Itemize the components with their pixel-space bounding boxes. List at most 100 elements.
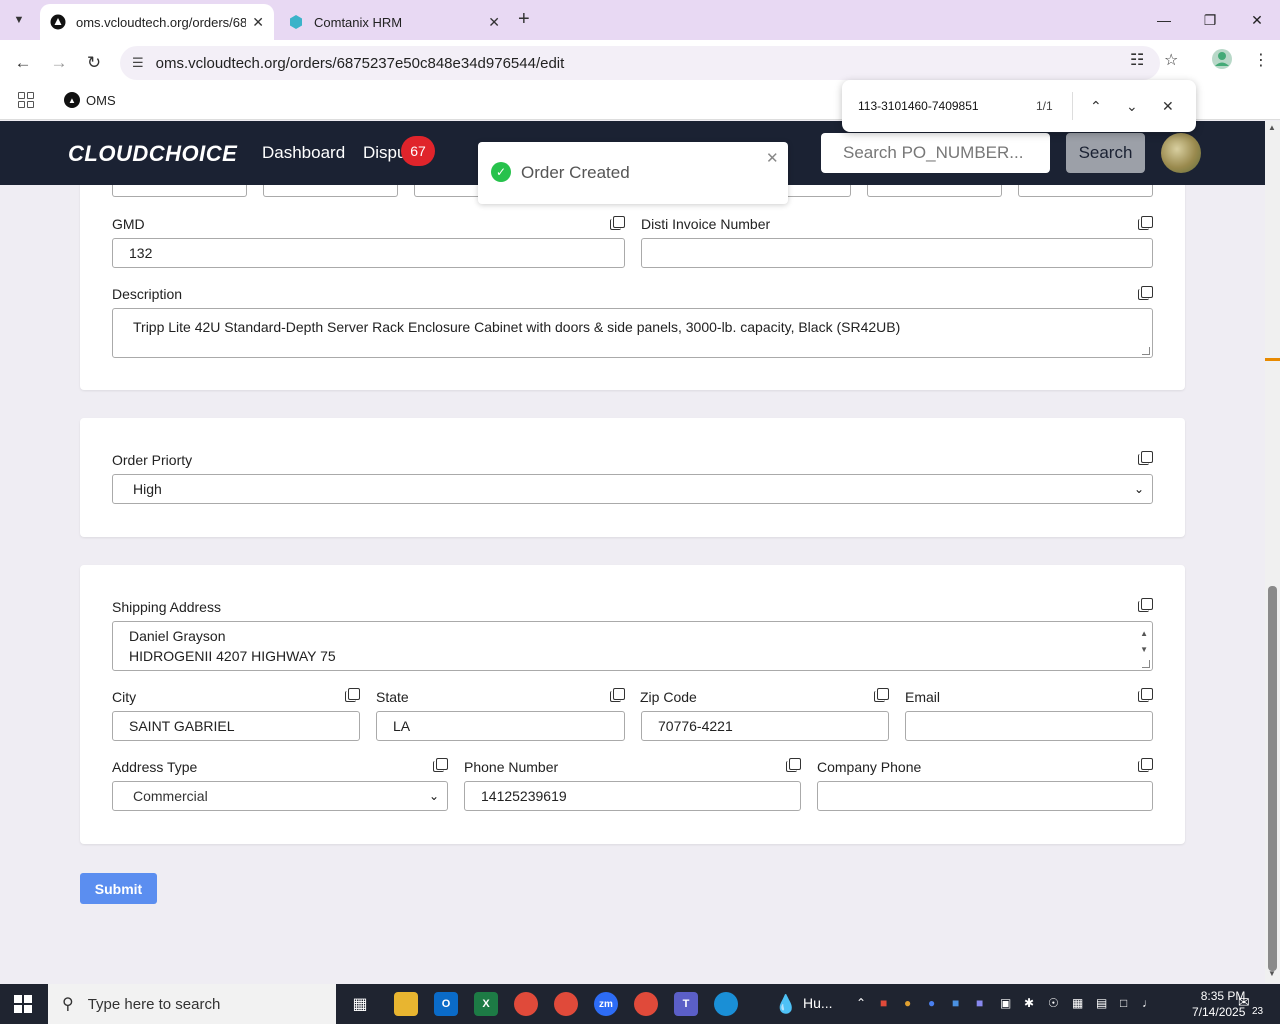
chrome-profile-icon[interactable]: [554, 992, 578, 1016]
site-info-icon[interactable]: ☰: [132, 55, 144, 71]
network-icon[interactable]: □: [1120, 996, 1127, 1010]
minimize-icon[interactable]: —: [1141, 0, 1187, 40]
reload-icon[interactable]: ↻: [81, 50, 107, 76]
bookmark-oms[interactable]: ▲ OMS: [64, 92, 116, 108]
edge-icon[interactable]: [714, 992, 738, 1016]
fee-field[interactable]: [867, 185, 1002, 197]
windows-start-icon[interactable]: [14, 995, 32, 1013]
copy-icon[interactable]: [345, 688, 360, 702]
price-field[interactable]: [112, 185, 247, 197]
copy-icon[interactable]: [1138, 286, 1153, 300]
phone-number-input[interactable]: 14125239619: [464, 781, 801, 811]
find-next-icon[interactable]: ⌄: [1126, 98, 1138, 115]
description-textarea[interactable]: Tripp Lite 42U Standard-Depth Server Rac…: [112, 308, 1153, 358]
tab-oms[interactable]: oms.vcloudtech.org/orders/687 ✕: [40, 4, 274, 40]
scroll-down-icon[interactable]: ▼: [1140, 640, 1148, 660]
bluetooth-tray-icon[interactable]: ✱: [1024, 996, 1034, 1010]
address-type-label: Address Type: [112, 759, 198, 775]
copy-icon[interactable]: [1138, 451, 1153, 465]
company-phone-input[interactable]: [817, 781, 1153, 811]
toast-close-icon[interactable]: ✕: [766, 149, 779, 167]
find-previous-icon[interactable]: ⌃: [1090, 98, 1102, 115]
order-priority-select[interactable]: High ⌄: [112, 474, 1153, 504]
outlook-icon[interactable]: O: [434, 992, 458, 1016]
search-button[interactable]: Search: [1066, 133, 1145, 173]
user-avatar[interactable]: [1161, 133, 1201, 173]
outlook-tray-icon[interactable]: ■: [952, 996, 959, 1010]
copy-icon[interactable]: [786, 758, 801, 772]
quantity-field[interactable]: [263, 185, 398, 197]
tray-chevron-icon[interactable]: ⌃: [856, 996, 866, 1010]
teams-tray-icon[interactable]: ■: [976, 996, 983, 1010]
order-priority-label: Order Priorty: [112, 452, 193, 468]
shipping-address-textarea[interactable]: Daniel Grayson HIDROGENII 4207 HIGHWAY 7…: [112, 621, 1153, 671]
find-query-input[interactable]: 113-3101460-7409851: [858, 99, 979, 113]
zip-code-input[interactable]: 70776-4221: [641, 711, 889, 741]
back-icon[interactable]: ←: [10, 50, 36, 76]
taskbar-search-box[interactable]: ⚲ Type here to search: [48, 984, 336, 1024]
gmd-input[interactable]: 132: [112, 238, 625, 268]
copy-icon[interactable]: [1138, 216, 1153, 230]
copy-icon[interactable]: [874, 688, 889, 702]
submit-button[interactable]: Submit: [80, 873, 157, 904]
scrollbar-thumb[interactable]: [1268, 586, 1277, 971]
chevron-down-icon: ⌄: [1133, 482, 1144, 496]
menu-kebab-icon[interactable]: ⋮: [1253, 50, 1269, 70]
copy-icon[interactable]: [433, 758, 448, 772]
copy-icon[interactable]: [610, 688, 625, 702]
chrome-tray-icon[interactable]: ●: [904, 996, 911, 1010]
excel-icon[interactable]: X: [474, 992, 498, 1016]
weather-icon[interactable]: 💧: [774, 992, 798, 1016]
task-view-icon[interactable]: ▦: [348, 992, 372, 1016]
bookmark-star-icon[interactable]: ☆: [1164, 50, 1178, 70]
email-input[interactable]: [905, 711, 1153, 741]
location-tray-icon[interactable]: ☉: [1048, 996, 1059, 1010]
chrome-active-icon[interactable]: [634, 992, 658, 1016]
vpn-tray-icon[interactable]: ▦: [1072, 996, 1083, 1010]
state-label: State: [376, 689, 409, 705]
zoom-tray-icon[interactable]: ●: [928, 996, 935, 1010]
apps-grid-icon[interactable]: [18, 92, 34, 108]
scroll-up-icon[interactable]: ▲: [1268, 123, 1276, 132]
copy-icon[interactable]: [610, 216, 625, 230]
email-label: Email: [905, 689, 941, 705]
close-window-icon[interactable]: ✕: [1234, 0, 1280, 40]
brand-logo[interactable]: CLOUDCHOICE: [68, 141, 237, 167]
copy-icon[interactable]: [1138, 598, 1153, 612]
state-input[interactable]: LA: [376, 711, 625, 741]
disti-invoice-input[interactable]: [641, 238, 1153, 268]
find-in-page-icon[interactable]: ☷: [1130, 50, 1144, 70]
close-tab-icon[interactable]: ✕: [252, 14, 264, 31]
weather-text[interactable]: Hu...: [803, 995, 833, 1011]
copy-icon[interactable]: [1138, 688, 1153, 702]
zoom-icon[interactable]: zm: [594, 992, 618, 1016]
profile-icon[interactable]: [1211, 48, 1233, 75]
volume-icon[interactable]: ♩: [1142, 996, 1154, 1010]
nav-disputes[interactable]: Dispu: [363, 143, 406, 163]
nav-dashboard[interactable]: Dashboard: [262, 143, 345, 163]
tab-search-icon[interactable]: ▼: [6, 8, 32, 32]
find-close-icon[interactable]: ✕: [1162, 98, 1174, 115]
city-input[interactable]: SAINT GABRIEL: [112, 711, 360, 741]
restore-icon[interactable]: ❐: [1187, 0, 1233, 40]
copy-icon[interactable]: [1138, 758, 1153, 772]
page-scrollbar[interactable]: ▲ ▼: [1265, 121, 1280, 983]
chrome-icon[interactable]: [514, 992, 538, 1016]
scroll-down-icon[interactable]: ▼: [1268, 969, 1276, 978]
display-tray-icon[interactable]: ▤: [1096, 996, 1107, 1010]
screen-tray-icon[interactable]: ▣: [1000, 996, 1011, 1010]
resize-grip-icon[interactable]: [1142, 347, 1150, 355]
close-tab-icon[interactable]: ✕: [488, 14, 500, 31]
forward-icon[interactable]: →: [46, 50, 72, 76]
resize-grip-icon[interactable]: [1142, 660, 1150, 668]
teams-icon[interactable]: T: [674, 992, 698, 1016]
address-type-select[interactable]: Commercial ⌄: [112, 781, 448, 811]
tab-comtanix[interactable]: Comtanix HRM ✕: [278, 4, 510, 40]
po-search-input[interactable]: Search PO_NUMBER...: [821, 133, 1050, 173]
tax-field[interactable]: [1018, 185, 1153, 197]
file-explorer-icon[interactable]: [394, 992, 418, 1016]
notification-icon[interactable]: ✉: [1238, 994, 1250, 1011]
new-tab-icon[interactable]: +: [518, 8, 530, 31]
address-bar[interactable]: ☰ oms.vcloudtech.org/orders/6875237e50c8…: [120, 46, 1160, 80]
acrobat-tray-icon[interactable]: ■: [880, 996, 887, 1010]
